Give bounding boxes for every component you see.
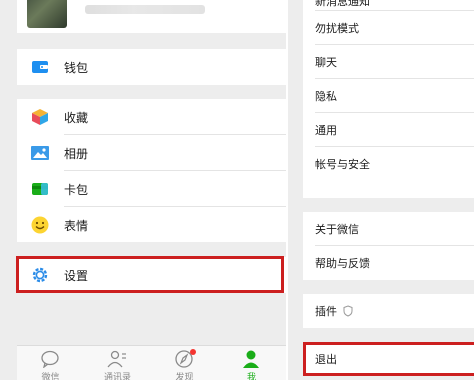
settings-item-chat[interactable]: 聊天 — [303, 45, 474, 79]
tab-contacts[interactable]: 通讯录 — [84, 346, 151, 380]
settings-item-label: 帮助与反馈 — [315, 257, 370, 270]
settings-item-plugins[interactable]: 插件 — [303, 294, 474, 328]
settings-screen: 新消息通知 勿扰模式 聊天 隐私 通用 帐号与安全 关于微信 帮助与反馈 插件 … — [288, 0, 474, 380]
me-tab-screen: 钱包 收藏 相册 卡包 表情 设置 微信 通讯录 发现 我 — [0, 0, 286, 380]
chat-bubble-icon — [40, 350, 60, 368]
album-picture-icon — [31, 144, 49, 162]
avatar[interactable] — [27, 0, 67, 28]
menu-item-label: 钱包 — [64, 60, 89, 75]
settings-item-label: 新消息通知 — [315, 0, 370, 8]
settings-item-help-feedback[interactable]: 帮助与反馈 — [303, 246, 474, 280]
profile-header[interactable] — [17, 0, 286, 33]
settings-item-label: 隐私 — [315, 90, 337, 103]
profile-wechat-id-blurred — [85, 5, 205, 14]
plugins-label: 插件 — [315, 305, 337, 318]
settings-group-plugins: 插件 — [303, 294, 474, 328]
settings-item-label: 通用 — [315, 124, 337, 137]
tab-label: 我 — [246, 373, 256, 380]
tab-label: 通讯录 — [103, 373, 131, 380]
settings-item-label: 帐号与安全 — [315, 158, 370, 171]
card-pack-icon — [31, 180, 49, 198]
notification-dot — [190, 349, 196, 355]
tab-me[interactable]: 我 — [218, 346, 285, 380]
tab-label: 发现 — [175, 373, 194, 380]
menu-item-wallet[interactable]: 钱包 — [17, 49, 286, 85]
settings-item-label: 勿扰模式 — [315, 22, 359, 35]
settings-item-general[interactable]: 通用 — [303, 113, 474, 147]
menu-item-card-pack[interactable]: 卡包 — [17, 171, 286, 207]
features-group: 收藏 相册 卡包 表情 — [17, 99, 286, 242]
settings-item-label: 关于微信 — [315, 223, 359, 236]
menu-item-label: 卡包 — [64, 182, 89, 197]
favorites-cube-icon — [31, 108, 49, 126]
settings-item-about[interactable]: 关于微信 — [303, 212, 474, 246]
menu-item-label: 收藏 — [64, 110, 89, 125]
menu-item-emoji[interactable]: 表情 — [17, 207, 286, 243]
me-person-icon — [241, 350, 261, 368]
shield-icon — [343, 305, 353, 317]
menu-item-label: 表情 — [64, 218, 89, 233]
highlight-box-logout — [303, 342, 474, 376]
settings-group-about: 关于微信 帮助与反馈 — [303, 212, 474, 280]
bottom-tab-bar: 微信 通讯录 发现 我 — [17, 345, 286, 380]
menu-item-favorites[interactable]: 收藏 — [17, 99, 286, 135]
highlight-box-settings — [16, 256, 284, 293]
tab-label: 微信 — [41, 373, 60, 380]
wallet-icon — [31, 58, 49, 76]
settings-item-privacy[interactable]: 隐私 — [303, 79, 474, 113]
menu-item-label: 相册 — [64, 146, 89, 161]
menu-item-album[interactable]: 相册 — [17, 135, 286, 171]
settings-item-label: 插件 — [315, 303, 337, 319]
wallet-group: 钱包 — [17, 49, 286, 85]
settings-group-main: 新消息通知 勿扰模式 聊天 隐私 通用 帐号与安全 — [303, 0, 474, 198]
emoji-smile-icon — [31, 216, 49, 234]
settings-item-do-not-disturb[interactable]: 勿扰模式 — [303, 11, 474, 45]
settings-item-account-security[interactable]: 帐号与安全 — [303, 147, 474, 181]
settings-item-notifications[interactable]: 新消息通知 — [303, 0, 474, 11]
settings-item-label: 聊天 — [315, 56, 337, 69]
tab-chats[interactable]: 微信 — [17, 346, 84, 380]
tab-discover[interactable]: 发现 — [151, 346, 218, 380]
contacts-icon — [107, 350, 127, 368]
